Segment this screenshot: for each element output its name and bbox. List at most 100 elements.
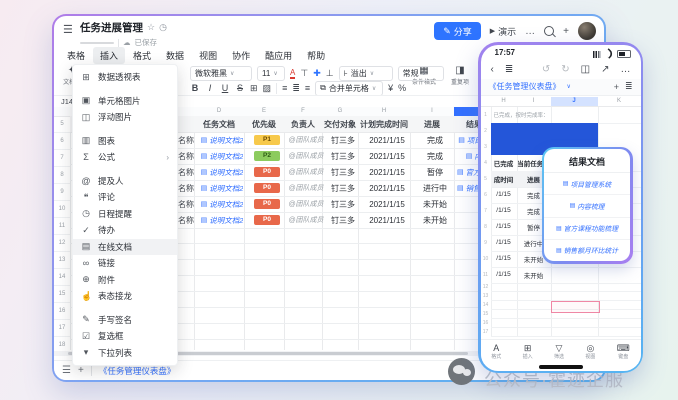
cell-due[interactable]: 2021/1/15 — [361, 152, 413, 161]
cell-deliver[interactable]: 钉三多 — [325, 151, 361, 162]
menu-item-reaction[interactable]: ☝ 表态接龙 — [73, 288, 177, 305]
menu-item-pivot-table[interactable]: ⊞ 数据透视表 — [73, 69, 177, 86]
redo-icon[interactable]: ↻ — [561, 64, 569, 75]
column-header[interactable]: E — [244, 107, 284, 116]
menu-item-dropdown-list[interactable]: ▾ 下拉列表 — [73, 345, 177, 362]
valign-middle-icon[interactable]: ✚ — [313, 68, 321, 79]
format-button[interactable]: A 格式 — [491, 343, 501, 360]
undo-icon[interactable]: ↺ — [542, 64, 550, 75]
result-doc-link[interactable]: ▤ 项目管理系统 — [544, 173, 630, 196]
cell-task-doc[interactable]: ▤ 说明文档2 — [197, 135, 247, 146]
valign-top-icon[interactable]: ⊤ — [300, 68, 308, 79]
italic-button[interactable]: I — [205, 83, 215, 93]
menu-item-online-doc[interactable]: ▤ 在线文档 — [73, 238, 177, 255]
column-header[interactable]: K — [598, 97, 641, 106]
menu-table[interactable]: 表格 — [60, 47, 92, 64]
cell-deliver[interactable]: 钉三多 — [325, 167, 361, 178]
column-header-selected[interactable]: J — [550, 96, 598, 106]
borders-button[interactable]: ⊞ — [250, 83, 258, 94]
cell-progress[interactable]: 完成 — [413, 151, 457, 162]
more-icon[interactable]: … — [525, 26, 535, 37]
keyboard-button[interactable]: ⌨ 键盘 — [617, 343, 630, 360]
row-number[interactable]: 14 — [481, 301, 491, 310]
row-number[interactable]: 9 — [54, 184, 70, 201]
cell-priority[interactable]: P0 — [247, 215, 287, 225]
insert-button[interactable]: ⊞ 插入 — [523, 343, 533, 360]
cell-task-doc[interactable]: ▤ 说明文档2 — [197, 151, 247, 162]
cell-due[interactable]: /1/15 — [491, 223, 517, 230]
column-header[interactable]: H — [491, 97, 517, 106]
result-doc-link[interactable]: ▤ 销售额月环比统计 — [544, 240, 630, 261]
share-button[interactable]: ✎ 分享 — [434, 22, 481, 40]
app-menu-icon[interactable]: ☰ — [63, 23, 73, 36]
menu-item-link[interactable]: ∞ 链接 — [73, 255, 177, 272]
menu-item-todo[interactable]: ✓ 待办 — [73, 222, 177, 239]
filter-button[interactable]: ▽ 筛选 — [554, 343, 564, 360]
row-number[interactable]: 18 — [54, 337, 70, 350]
menu-item-schedule-reminder[interactable]: ◷ 日程提醒 — [73, 206, 177, 223]
row-number[interactable]: 15 — [481, 310, 491, 319]
cell-progress[interactable]: 进行中 — [413, 183, 457, 194]
result-doc-link[interactable]: ▤ 官方课程功能梳理 — [544, 218, 630, 240]
menu-data[interactable]: 数据 — [159, 47, 191, 64]
header-priority[interactable]: 优先级 — [244, 119, 284, 130]
cell-priority[interactable]: P0 — [247, 167, 287, 177]
row-number[interactable]: 6 — [481, 187, 491, 203]
row-number[interactable]: 4 — [481, 155, 491, 171]
cell-due[interactable]: /1/15 — [491, 207, 517, 214]
row-number[interactable]: 15 — [54, 286, 70, 303]
cell-progress[interactable]: 未开始 — [413, 199, 457, 210]
cell-due[interactable]: 2021/1/15 — [361, 216, 413, 225]
cell-progress[interactable]: 暂停 — [413, 167, 457, 178]
sheet-list-icon[interactable]: ☰ — [62, 365, 71, 376]
menu-item-mention[interactable]: @ 提及人 — [73, 173, 177, 190]
row-number[interactable]: 5 — [481, 171, 491, 187]
font-size-select[interactable]: 11 ∨ — [257, 65, 285, 81]
row-number[interactable]: 11 — [481, 267, 491, 283]
underline-button[interactable]: U — [220, 83, 230, 93]
cell-owner[interactable]: @团队成员 — [287, 215, 325, 225]
search-icon[interactable] — [544, 26, 555, 36]
row-number[interactable]: 2 — [481, 123, 491, 139]
row-number[interactable]: 6 — [54, 133, 70, 150]
cell-task-doc[interactable]: ▤ 说明文档2 — [197, 199, 247, 210]
add-sheet-icon[interactable]: + — [78, 365, 84, 376]
corner-cell[interactable] — [481, 97, 491, 106]
menu-collab[interactable]: 协作 — [225, 47, 257, 64]
fill-color-button[interactable]: ▨ — [263, 83, 272, 94]
cell-due[interactable]: 2021/1/15 — [361, 184, 413, 193]
row-number[interactable]: 8 — [54, 167, 70, 184]
percent-format-button[interactable]: % — [398, 83, 406, 93]
avatar[interactable] — [578, 22, 596, 40]
cell-priority[interactable]: P0 — [247, 199, 287, 209]
align-left-button[interactable]: ≡ — [282, 83, 287, 93]
sheet-list-icon[interactable]: ≣ — [625, 81, 633, 92]
column-header[interactable]: I — [517, 97, 551, 106]
align-right-button[interactable]: ≡ — [305, 83, 310, 93]
cell-progress[interactable]: 未开始 — [517, 270, 551, 280]
cell-deliver[interactable]: 钉三多 — [325, 135, 361, 146]
row-number[interactable]: 17 — [54, 320, 70, 337]
valign-bottom-icon[interactable]: ⊥ — [326, 68, 334, 79]
phone-sheet-tab[interactable]: 《任务管理仪表盘》 — [489, 81, 561, 92]
cell-due[interactable]: /1/15 — [491, 271, 517, 278]
add-sheet-icon[interactable]: + — [614, 82, 619, 92]
more-icon[interactable]: … — [621, 64, 631, 75]
header-task-doc[interactable]: 任务文档 — [194, 119, 244, 130]
cell-due[interactable]: /1/15 — [491, 191, 517, 198]
menu-format[interactable]: 格式 — [126, 47, 158, 64]
grid-view-icon[interactable]: ◫ — [581, 64, 590, 75]
row-number[interactable]: 14 — [54, 269, 70, 286]
cell-priority[interactable]: P2 — [247, 151, 287, 161]
row-number[interactable]: 3 — [481, 139, 491, 155]
cell-deliver[interactable]: 钉三多 — [325, 199, 361, 210]
header-deliver[interactable]: 交付对象 — [322, 119, 358, 130]
strikethrough-button[interactable]: S — [235, 83, 245, 93]
cell-progress[interactable]: 完成 — [413, 135, 457, 146]
cell-due[interactable]: 2021/1/15 — [361, 168, 413, 177]
menu-item-attachment[interactable]: ⊕ 附件 — [73, 272, 177, 289]
summary-cell[interactable]: 已完成 — [491, 158, 517, 168]
text-overflow-select[interactable]: ⊦ 溢出 ∨ — [338, 65, 393, 81]
cell-owner[interactable]: @团队成员 — [287, 183, 325, 193]
currency-format-button[interactable]: ¥ — [388, 83, 393, 93]
